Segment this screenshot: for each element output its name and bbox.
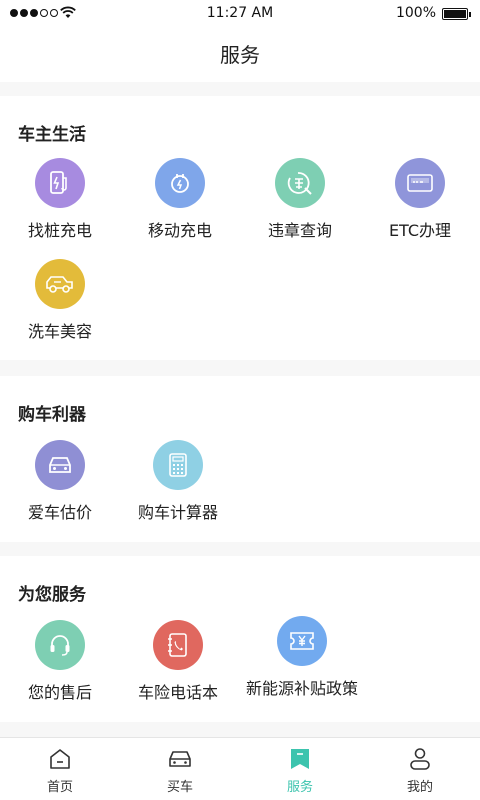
service-item-insurance-phonebook[interactable]: 车险电话本 [118,620,238,703]
service-item-label: 移动充电 [147,221,212,240]
section-owner-life: 车主生活 找桩充电 移动充电 违章查询 ETC办理 洗车美容 [0,96,480,360]
tab-buy-car[interactable]: 买车 [120,738,240,800]
page-header: 服务 [0,28,480,82]
phone-book-icon [153,620,203,670]
section-purchase-tools: 购车利器 爱车估价 购车计算器 [0,376,480,542]
service-item-subsidy-policy[interactable]: 新能源补贴政策 [242,616,362,699]
section-title: 为您服务 [18,585,86,605]
battery-percent: 100% [395,5,436,21]
car-valuation-icon [35,440,85,490]
calculator-icon [153,440,203,490]
tab-mine[interactable]: 我的 [360,738,480,800]
service-item-label: 找桩充电 [27,221,92,240]
tab-home[interactable]: 首页 [0,738,120,800]
service-item-violation-query[interactable]: 违章查询 [240,158,360,241]
headset-icon [35,620,85,670]
service-item-label: 购车计算器 [137,503,218,522]
violation-query-icon [275,158,325,208]
service-item-label: 爱车估价 [27,503,92,522]
status-bar: 11:27 AM 100% [0,0,480,28]
service-item-charging-pile[interactable]: 找桩充电 [0,158,120,241]
etc-card-icon [395,158,445,208]
car-icon [169,751,191,767]
service-item-label: 新能源补贴政策 [245,679,358,698]
tab-label: 首页 [46,780,73,795]
service-item-after-sales[interactable]: 您的售后 [0,620,120,703]
bookmark-icon [291,749,309,769]
section-for-you: 为您服务 您的售后 车险电话本 新能源补贴政策 [0,556,480,722]
tab-label: 服务 [286,780,313,795]
service-item-calculator[interactable]: 购车计算器 [118,440,238,523]
service-item-mobile-charge[interactable]: 移动充电 [120,158,240,241]
subsidy-ticket-icon [277,616,327,666]
section-title: 车主生活 [18,125,86,145]
service-item-label: 洗车美容 [27,322,92,341]
car-wash-icon [35,259,85,309]
user-icon [410,748,430,770]
service-item-label: 违章查询 [267,221,332,240]
service-item-label: 您的售后 [27,683,92,702]
charging-pile-icon [35,158,85,208]
tab-service[interactable]: 服务 [240,738,360,800]
section-title: 购车利器 [18,405,86,425]
mobile-charge-icon [155,158,205,208]
service-item-car-valuation[interactable]: 爱车估价 [0,440,120,523]
service-item-label: 车险电话本 [137,683,218,702]
service-item-car-wash[interactable]: 洗车美容 [0,259,120,342]
bottom-tab-bar: 首页 买车 服务 我的 [0,737,480,800]
tab-label: 我的 [406,780,433,795]
service-item-label: ETC办理 [388,221,452,240]
home-icon [50,749,70,769]
tab-label: 买车 [166,780,193,795]
page-title: 服务 [220,43,260,67]
service-item-etc[interactable]: ETC办理 [360,158,480,241]
battery-icon [442,8,471,20]
